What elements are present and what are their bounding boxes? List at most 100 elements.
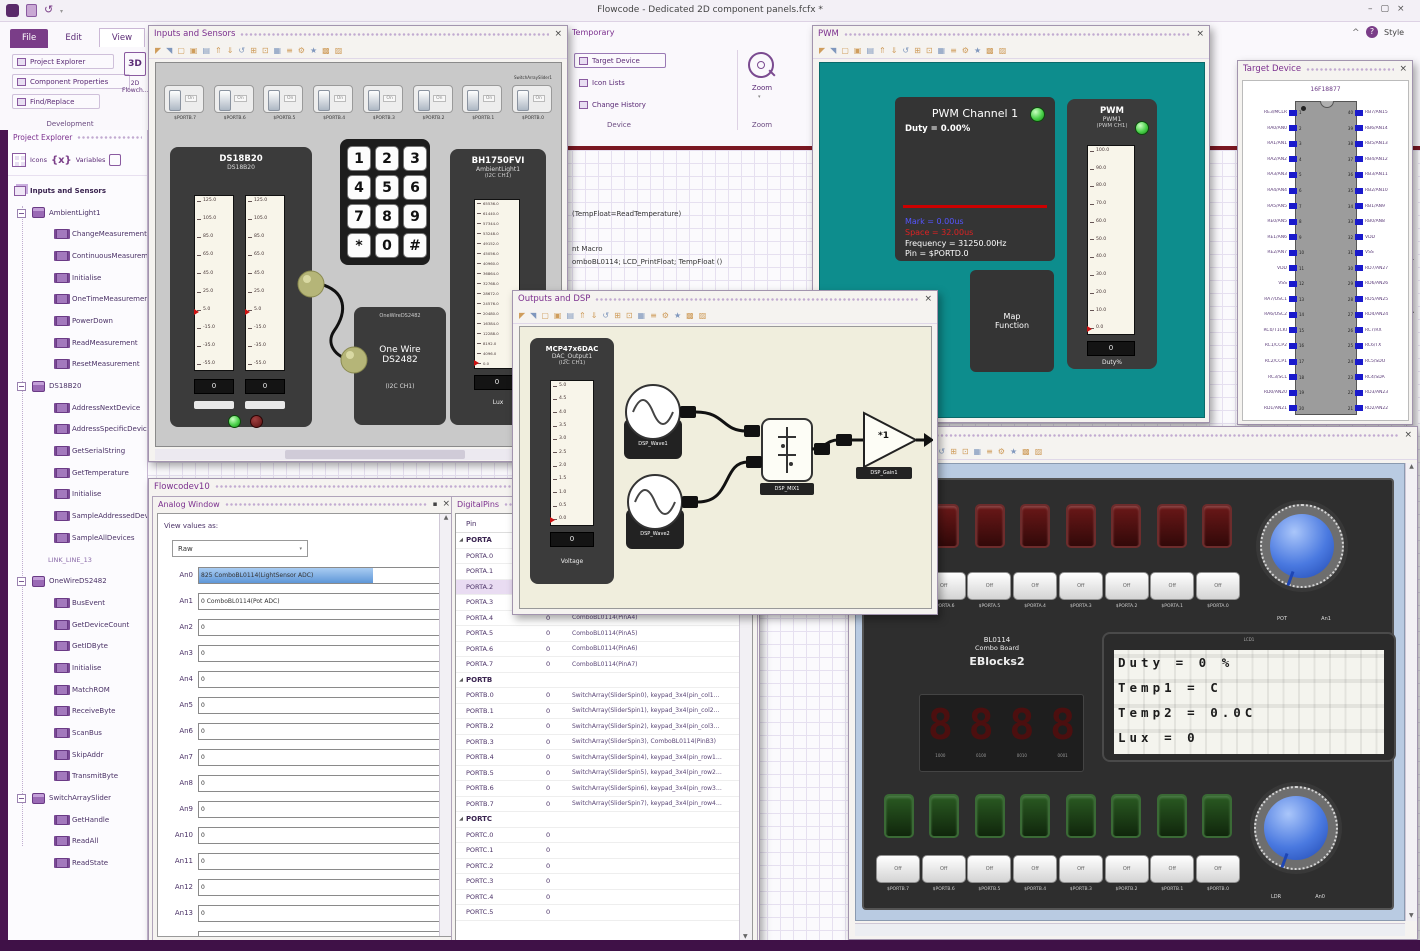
toolbar-icon[interactable]: ↺ xyxy=(902,46,909,55)
toolbar-icon[interactable]: ▤ xyxy=(566,311,574,320)
rocker-switch[interactable]: On xyxy=(412,85,453,113)
pin-pad-left[interactable] xyxy=(1289,405,1297,412)
pin-pad-right[interactable] xyxy=(1355,280,1363,287)
pin-pad-right[interactable] xyxy=(1355,389,1363,396)
pin-pad-left[interactable] xyxy=(1289,342,1297,349)
close-icon[interactable]: × xyxy=(1196,29,1204,39)
digital-pin-row[interactable]: ◢ PORTB.2 0 SwitchArray(SliderSpin2), ke… xyxy=(456,719,752,735)
target-title-bar[interactable]: Target Device × xyxy=(1238,61,1412,77)
analog-channel-row[interactable]: An11 0 xyxy=(158,848,448,874)
toolbar-icon[interactable]: ▢ xyxy=(177,46,185,55)
toolbar-icon[interactable]: ≡ xyxy=(286,46,293,55)
rocker-switch[interactable]: On xyxy=(213,85,254,113)
tree-item[interactable]: OneWireDS2482 xyxy=(8,570,147,592)
tree-item[interactable]: SampleAddressedDevice xyxy=(8,505,147,527)
toolbar-icon[interactable]: ⚙ xyxy=(998,447,1005,456)
channel-value-box[interactable]: 825 ComboBL0114(LightSensor ADC) xyxy=(198,566,442,584)
digital-pin-row[interactable]: ◢ PORTB.0 0 SwitchArray(SliderSpin0), ke… xyxy=(456,688,752,704)
porta-button[interactable]: Off xyxy=(1195,572,1240,600)
analog-channel-row[interactable]: An3 0 xyxy=(158,640,448,666)
pwm-channel-scope[interactable]: PWM Channel 1 Duty = 0.00% Mark = 0.00us… xyxy=(895,97,1055,261)
toolbar-icon[interactable]: ★ xyxy=(310,46,317,55)
tab-edit[interactable]: Edit xyxy=(53,29,93,48)
tree-item[interactable]: AddressSpecificDevice xyxy=(8,419,147,441)
portb-button[interactable]: Off xyxy=(1058,855,1103,883)
lux-marker[interactable] xyxy=(474,360,479,366)
tree-item[interactable]: ChangeMeasurement xyxy=(8,223,147,245)
pin-pad-right[interactable] xyxy=(1355,203,1363,210)
toolbar-icon[interactable]: ▣ xyxy=(190,46,198,55)
tree-item[interactable]: TransmitByte xyxy=(8,766,147,788)
tree-item[interactable]: LINK_LINE_13 xyxy=(8,549,147,571)
pin-pad-left[interactable] xyxy=(1289,109,1297,116)
tree-item[interactable]: BusEvent xyxy=(8,592,147,614)
tree-item[interactable]: AddressNextDevice xyxy=(8,397,147,419)
toolbar-icon[interactable]: ↺ xyxy=(238,46,245,55)
toolbar-icon[interactable]: ◥ xyxy=(830,46,836,55)
change-history-toggle[interactable]: Change History xyxy=(574,97,666,112)
porta-button[interactable]: Off xyxy=(1150,572,1195,600)
channel-value-box[interactable]: 0 xyxy=(198,774,442,792)
tree-item[interactable]: ReceiveByte xyxy=(8,701,147,723)
thermometer-scale-1[interactable]: 125.0 105.0 85.0 65.0 45.0 25.0 5.0 -15.0 -35.0 -… xyxy=(194,195,234,371)
pin-pad-right[interactable] xyxy=(1355,265,1363,272)
toolbar-icon[interactable]: ▣ xyxy=(854,46,862,55)
pin-pad-right[interactable] xyxy=(1355,125,1363,132)
analog-channel-row[interactable]: An4 0 xyxy=(158,666,448,692)
port-switch[interactable]: On $PORTB.6 xyxy=(213,85,256,121)
dsp-wave1-label[interactable]: DSP_Wave1 xyxy=(624,441,682,447)
analog-channel-row[interactable]: An1 0 ComboBL0114(Pot ADC) xyxy=(158,588,448,614)
scroll-down-icon[interactable]: ▼ xyxy=(743,933,748,940)
channel-value-box[interactable]: 0 xyxy=(198,800,442,818)
expand-triangle-icon[interactable]: ◢ xyxy=(456,537,466,543)
toolbar-icon[interactable]: ⇑ xyxy=(215,46,222,55)
toolbar-icon[interactable]: ⊡ xyxy=(962,447,969,456)
toolbar-icon[interactable]: ⚙ xyxy=(662,311,669,320)
toolbar-icon[interactable]: ≡ xyxy=(650,311,657,320)
analog-channel-row[interactable]: An6 0 xyxy=(158,718,448,744)
project-explorer-header[interactable]: Project Explorer xyxy=(8,130,147,145)
scroll-down-icon[interactable]: ▼ xyxy=(1409,912,1414,919)
combo-board[interactable]: Off $PORTA.7 Off $PORTA.6 Off $PORTA.5 O… xyxy=(862,478,1396,910)
close-icon[interactable]: × xyxy=(554,29,562,39)
project-explorer-button[interactable]: Project Explorer xyxy=(12,54,114,69)
expand-triangle-icon[interactable]: ◢ xyxy=(456,816,466,822)
portb-button[interactable]: Off xyxy=(876,855,920,883)
keypad-key[interactable]: 4 xyxy=(347,175,371,200)
portb-button[interactable]: Off xyxy=(1195,855,1240,883)
dsp-wave2-label[interactable]: DSP_Wave2 xyxy=(626,531,684,537)
rocker-switch[interactable]: On xyxy=(511,85,552,113)
keypad-key[interactable]: 5 xyxy=(375,175,399,200)
close-icon[interactable]: × xyxy=(924,294,932,304)
digital-pin-row[interactable]: ◢ PORTA.7 0 ComboBL0114(PinA7) xyxy=(456,657,752,673)
pin-pad-left[interactable] xyxy=(1289,280,1297,287)
toolbar-icon[interactable]: ▦ xyxy=(274,46,282,55)
variables-icon[interactable]: {x} xyxy=(51,155,72,166)
digital-pin-row[interactable]: ◢ PORTB.6 0 SwitchArray(SliderSpin6), ke… xyxy=(456,781,752,797)
tree-item[interactable]: ReadState xyxy=(8,852,147,874)
toolbar-icon[interactable]: ▨ xyxy=(999,46,1007,55)
error-led[interactable] xyxy=(250,415,263,428)
analog-channel-row[interactable]: An2 0 xyxy=(158,614,448,640)
toolbar-icon[interactable]: ▢ xyxy=(841,46,849,55)
help-icon[interactable]: ? xyxy=(1366,26,1378,38)
pin-pad-left[interactable] xyxy=(1289,187,1297,194)
pin-pad-left[interactable] xyxy=(1289,234,1297,241)
toolbar-icon[interactable]: ◤ xyxy=(519,311,525,320)
analog-channel-row[interactable]: An9 0 xyxy=(158,796,448,822)
inputs-panel-canvas[interactable]: SwitchArraySlider1 On $PORTB.7 On $PORTB… xyxy=(155,62,562,447)
pin-pad-left[interactable] xyxy=(1289,265,1297,272)
pwm-title-bar[interactable]: PWM × xyxy=(813,26,1209,42)
target-chip-view[interactable]: 16F18877 RE3/MCLR 1 40 RB7/AN15 RA0/AN0 … xyxy=(1242,80,1409,421)
pin-pad-right[interactable] xyxy=(1355,156,1363,163)
toolbar-icon[interactable]: ↺ xyxy=(938,447,945,456)
pin-pad-left[interactable] xyxy=(1289,327,1297,334)
toolbar-icon[interactable]: ★ xyxy=(674,311,681,320)
pwm-duty-gauge[interactable]: PWM PWM1 (PWM CH1) 100.0 90.0 80.0 70.0 60.0… xyxy=(1067,99,1157,369)
expand-triangle-icon[interactable]: ◢ xyxy=(456,677,466,683)
zoom-caret-icon[interactable]: ▾ xyxy=(758,94,761,100)
duty-marker[interactable] xyxy=(1087,326,1092,332)
toolbar-icon[interactable]: ▨ xyxy=(1035,447,1043,456)
toolbar-icon[interactable]: ≡ xyxy=(986,447,993,456)
port-switch[interactable]: On $PORTB.4 xyxy=(313,85,355,121)
